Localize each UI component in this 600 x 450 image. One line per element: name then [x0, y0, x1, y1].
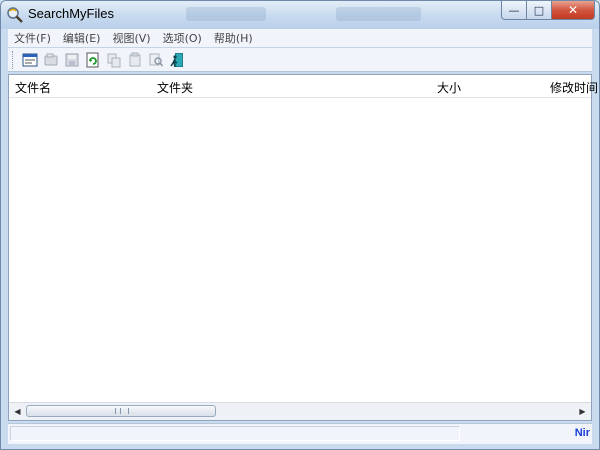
scroll-thumb[interactable]: [26, 405, 216, 417]
find-icon: [149, 53, 164, 67]
status-pane: [10, 426, 460, 441]
copy-icon: [107, 53, 121, 67]
scroll-left-arrow-icon[interactable]: ◀: [9, 403, 26, 420]
stop-icon: [44, 53, 58, 65]
list-header: 文件名 文件夹 大小 修改时间: [9, 75, 598, 98]
results-list[interactable]: 文件名 文件夹 大小 修改时间 ◀ ▶: [8, 74, 598, 421]
window-controls: — □ ✕: [501, 1, 595, 21]
exit-button[interactable]: [167, 50, 187, 70]
column-header-modified[interactable]: 修改时间: [550, 79, 598, 96]
app-window: SearchMyFiles — □ ✕ 文件(F) 编辑(E) 视图(V) 选项…: [0, 0, 600, 450]
column-header-folder[interactable]: 文件夹: [157, 79, 193, 96]
toolbar: [8, 48, 592, 72]
menu-edit[interactable]: 编辑(E): [57, 30, 107, 46]
close-button[interactable]: ✕: [552, 1, 595, 20]
menu-help[interactable]: 帮助(H): [208, 30, 259, 46]
menu-file[interactable]: 文件(F): [8, 30, 57, 46]
copy-button[interactable]: [104, 50, 124, 70]
refresh-icon: [86, 52, 99, 67]
search-options-icon: [22, 53, 38, 66]
column-header-filename[interactable]: 文件名: [15, 79, 51, 96]
menu-bar: 文件(F) 编辑(E) 视图(V) 选项(O) 帮助(H): [8, 29, 592, 48]
horizontal-scrollbar[interactable]: ◀ ▶: [9, 402, 591, 420]
properties-button[interactable]: [125, 50, 145, 70]
find-button[interactable]: [146, 50, 166, 70]
menu-view[interactable]: 视图(V): [106, 30, 156, 46]
scroll-grip-icon: [115, 408, 129, 414]
properties-icon: [129, 52, 141, 66]
refresh-button[interactable]: [83, 50, 103, 70]
stop-button[interactable]: [41, 50, 61, 70]
search-options-button[interactable]: [20, 50, 40, 70]
title-bar-ghost: [186, 7, 266, 21]
window-title: SearchMyFiles: [28, 6, 114, 21]
status-bar: Nir: [8, 423, 592, 444]
scroll-right-arrow-icon[interactable]: ▶: [574, 403, 591, 420]
title-bar-ghost: [336, 7, 421, 21]
toolbar-grip[interactable]: [12, 50, 16, 69]
exit-icon: [170, 52, 183, 67]
menu-options[interactable]: 选项(O): [157, 30, 208, 46]
title-bar[interactable]: SearchMyFiles — □ ✕: [1, 1, 599, 29]
nirsoft-link[interactable]: Nir: [575, 427, 590, 439]
save-icon: [65, 53, 79, 66]
app-magnifier-icon: [7, 7, 23, 23]
column-header-size[interactable]: 大小: [437, 79, 461, 96]
maximize-button[interactable]: □: [527, 1, 552, 20]
save-button[interactable]: [62, 50, 82, 70]
minimize-button[interactable]: —: [501, 1, 527, 20]
